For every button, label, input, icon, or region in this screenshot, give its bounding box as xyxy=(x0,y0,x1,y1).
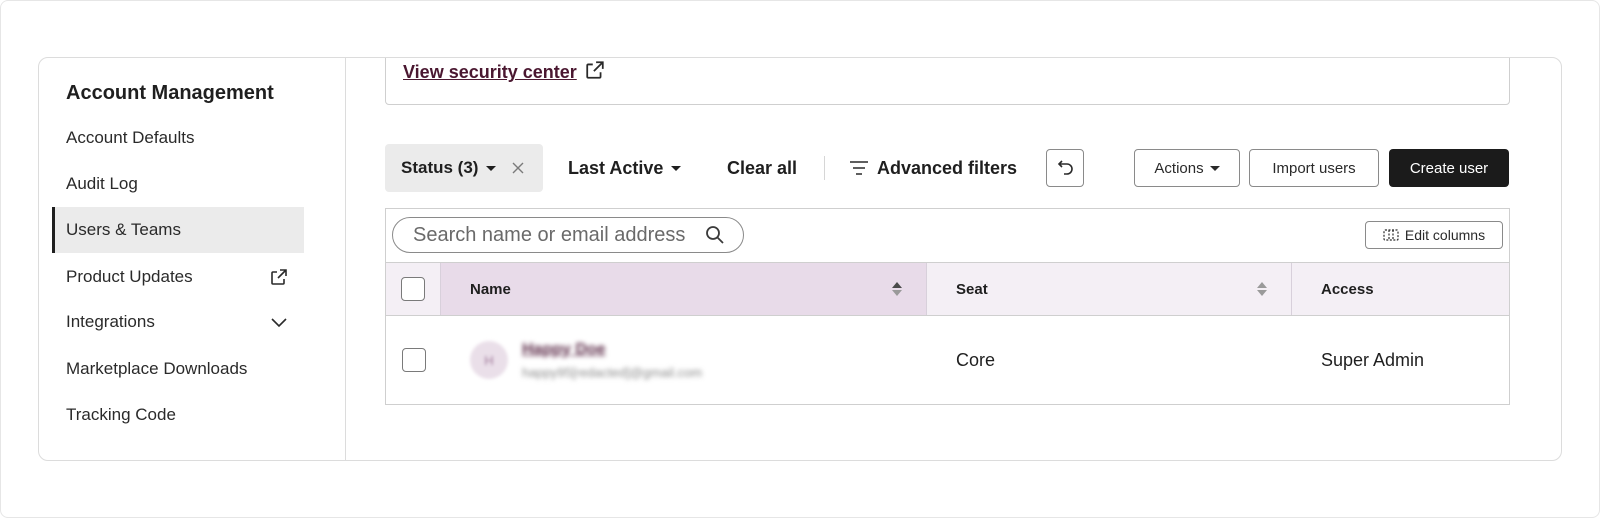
sidebar-item-product-updates[interactable]: Product Updates xyxy=(52,254,304,300)
column-header-name[interactable]: Name xyxy=(441,263,927,315)
clear-all-button[interactable]: Clear all xyxy=(727,144,797,192)
table-row[interactable]: H Happy Doe happy95[redacted]@gmail.com … xyxy=(386,316,1509,404)
sidebar-item-integrations[interactable]: Integrations xyxy=(52,299,304,345)
columns-icon xyxy=(1383,229,1399,241)
sort-icon xyxy=(892,282,902,296)
edit-columns-button[interactable]: Edit columns xyxy=(1365,221,1503,249)
external-link-icon xyxy=(585,60,605,85)
security-link-label: View security center xyxy=(403,62,577,82)
sidebar-item-audit-log[interactable]: Audit Log xyxy=(52,161,304,207)
sort-icon xyxy=(1257,282,1267,296)
sidebar-item-label: Marketplace Downloads xyxy=(66,359,248,378)
row-checkbox[interactable] xyxy=(401,348,426,372)
clear-all-label: Clear all xyxy=(727,157,798,178)
caret-down-icon xyxy=(1209,165,1220,171)
row-select-cell xyxy=(386,316,441,404)
seat-cell: Core xyxy=(956,349,996,370)
caret-down-icon xyxy=(486,165,497,171)
sidebar: Account Management Account Defaults Audi… xyxy=(39,58,346,460)
sidebar-item-label: Integrations xyxy=(66,312,155,331)
filter-bar: Status (3) Last Active Clear all Advance… xyxy=(385,144,1510,192)
users-table: Edit columns Name Seat Access xyxy=(385,208,1510,405)
sidebar-item-tracking-code[interactable]: Tracking Code xyxy=(52,392,304,438)
chevron-down-icon xyxy=(270,316,288,328)
sidebar-item-label: Users & Teams xyxy=(66,220,181,239)
status-filter-label: Status (3) xyxy=(401,158,479,177)
column-header-access[interactable]: Access xyxy=(1292,263,1374,315)
sidebar-title: Account Management xyxy=(66,82,274,104)
actions-label: Actions xyxy=(1154,159,1204,177)
undo-button[interactable] xyxy=(1046,149,1084,187)
main-content: View security center Status (3) Last Act… xyxy=(346,58,1561,460)
search-box xyxy=(392,217,744,253)
import-users-label: Import users xyxy=(1272,159,1356,177)
status-filter-chip[interactable]: Status (3) xyxy=(385,144,543,192)
create-user-button[interactable]: Create user xyxy=(1389,149,1509,187)
search-input[interactable] xyxy=(413,223,703,247)
last-active-filter[interactable]: Last Active xyxy=(568,144,682,192)
sidebar-item-account-defaults[interactable]: Account Defaults xyxy=(52,115,304,161)
undo-icon xyxy=(1055,159,1075,177)
sidebar-item-label: Audit Log xyxy=(66,174,138,193)
advanced-filters-button[interactable]: Advanced filters xyxy=(849,144,1017,192)
caret-down-icon xyxy=(671,165,682,171)
select-all-checkbox[interactable] xyxy=(401,277,425,301)
actions-dropdown[interactable]: Actions xyxy=(1134,149,1240,187)
filter-icon xyxy=(849,160,869,176)
user-name-cell: H Happy Doe happy95[redacted]@gmail.com xyxy=(470,316,702,404)
sidebar-item-label: Account Defaults xyxy=(66,128,195,147)
create-user-label: Create user xyxy=(1409,159,1489,177)
column-header-label: Name xyxy=(470,280,511,298)
column-header-seat[interactable]: Seat xyxy=(927,263,1292,315)
sidebar-item-label: Tracking Code xyxy=(66,405,176,424)
advanced-filters-label: Advanced filters xyxy=(877,157,1018,178)
table-header: Name Seat Access xyxy=(386,262,1509,316)
avatar: H xyxy=(470,341,508,379)
edit-columns-label: Edit columns xyxy=(1404,227,1486,243)
sidebar-item-label: Product Updates xyxy=(66,267,193,286)
user-identity: Happy Doe happy95[redacted]@gmail.com xyxy=(522,341,702,380)
sidebar-item-marketplace-downloads[interactable]: Marketplace Downloads xyxy=(52,346,304,392)
last-active-label: Last Active xyxy=(568,157,664,178)
view-security-center-link[interactable]: View security center xyxy=(403,60,605,85)
clear-filter-icon[interactable] xyxy=(512,162,524,174)
user-email: happy95[redacted]@gmail.com xyxy=(522,364,703,380)
import-users-button[interactable]: Import users xyxy=(1249,149,1379,187)
sidebar-item-users-teams[interactable]: Users & Teams xyxy=(52,207,304,253)
external-link-icon xyxy=(270,268,288,286)
access-cell: Super Admin xyxy=(1321,349,1425,370)
column-header-label: Seat xyxy=(956,280,988,298)
select-all-cell xyxy=(386,263,441,315)
filter-divider xyxy=(824,156,825,180)
user-name-link[interactable]: Happy Doe xyxy=(522,341,702,359)
settings-card: Account Management Account Defaults Audi… xyxy=(38,57,1562,461)
search-icon[interactable] xyxy=(705,225,725,245)
security-panel: View security center xyxy=(385,58,1510,105)
column-header-label: Access xyxy=(1321,280,1374,298)
